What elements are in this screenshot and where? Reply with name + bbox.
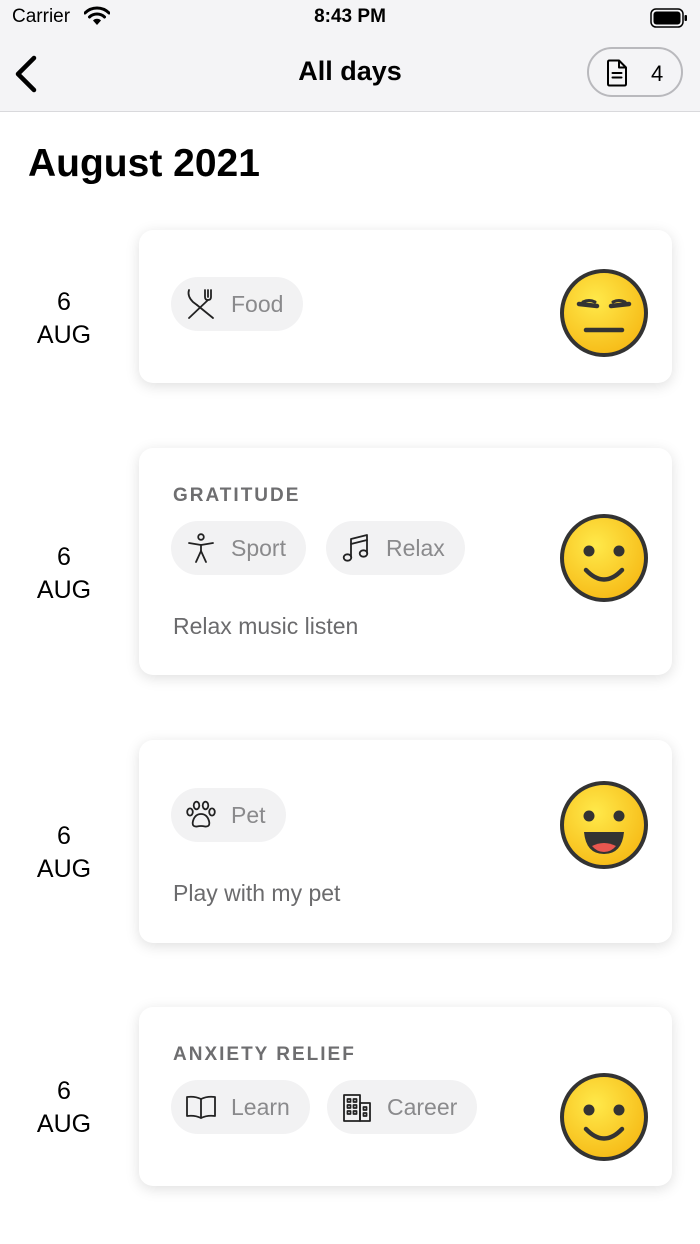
book-icon: [185, 1091, 217, 1123]
entry-day: 6: [57, 288, 71, 316]
building-icon: [341, 1091, 373, 1123]
person-exercise-icon: [185, 532, 217, 564]
mood-smile-icon: [559, 1072, 649, 1162]
tag-label: Learn: [231, 1093, 290, 1120]
entry-month: AUG: [36, 1110, 92, 1138]
tag-label: Pet: [231, 801, 266, 828]
tag-pet[interactable]: Pet: [171, 788, 286, 842]
entry-month: AUG: [36, 855, 92, 883]
tag-label: Career: [387, 1093, 458, 1120]
entry-note: Relax music listen: [173, 613, 359, 639]
navigation-bar: All days 4: [0, 36, 700, 112]
section-title: ANXIETY RELIEF: [173, 1044, 356, 1065]
entry-card[interactable]: ANXIETY RELIEF Learn Career: [139, 1007, 672, 1186]
entry-month: AUG: [36, 321, 92, 349]
entries-count-button[interactable]: 4: [587, 47, 683, 97]
tag-relax[interactable]: Relax: [326, 521, 465, 575]
entry-month: AUG: [36, 576, 92, 604]
entries-count: 4: [651, 61, 664, 86]
mood-happy-icon: [559, 780, 649, 870]
tag-career[interactable]: Career: [327, 1080, 478, 1134]
tag-label: Sport: [231, 534, 286, 561]
entry-date: 6 AUG: [14, 820, 114, 886]
entry-note: Play with my pet: [173, 880, 341, 906]
music-note-icon: [340, 532, 372, 564]
battery-icon: [650, 8, 688, 33]
document-icon: [605, 59, 629, 92]
mood-neutral-icon: [559, 268, 649, 358]
section-title: GRATITUDE: [173, 485, 301, 506]
tag-label: Food: [231, 290, 284, 317]
entry-date: 6 AUG: [14, 1075, 114, 1141]
clock: 8:43 PM: [314, 6, 386, 27]
entry-card[interactable]: GRATITUDE Sport Relax Relax music listen: [139, 448, 672, 675]
paw-icon: [185, 799, 217, 831]
entry-card[interactable]: Food: [139, 230, 672, 383]
tag-learn[interactable]: Learn: [171, 1080, 310, 1134]
month-heading: August 2021: [28, 142, 260, 185]
entry-day: 6: [57, 822, 71, 850]
entry-date: 6 AUG: [14, 541, 114, 607]
mood-smile-icon: [559, 513, 649, 603]
status-bar: Carrier 8:43 PM: [0, 0, 700, 36]
tag-label: Relax: [386, 534, 445, 561]
fork-knife-icon: [185, 288, 217, 320]
tag-food[interactable]: Food: [171, 277, 304, 331]
entry-day: 6: [57, 543, 71, 571]
entry-date: 6 AUG: [14, 286, 114, 352]
entry-day: 6: [57, 1077, 71, 1105]
tag-sport[interactable]: Sport: [171, 521, 306, 575]
entry-card[interactable]: Pet Play with my pet: [139, 740, 672, 943]
